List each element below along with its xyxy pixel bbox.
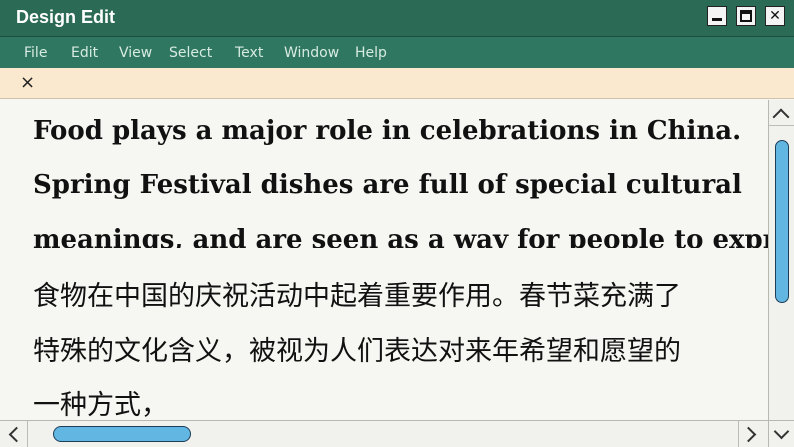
english-text-line: Food plays a major role in celebrations … [33, 116, 742, 146]
scroll-down-icon[interactable] [768, 420, 794, 447]
scroll-left-icon[interactable] [2, 421, 28, 447]
minimize-icon[interactable] [707, 6, 727, 26]
vertical-scrollbar[interactable] [768, 100, 794, 447]
chinese-text-line: 特殊的文化含义，被视为人们表达对来年希望和愿望的 [33, 336, 681, 367]
tab-close-icon[interactable]: × [20, 72, 35, 93]
vertical-scroll-thumb[interactable] [775, 140, 789, 303]
chinese-text-line: 食物在中国的庆祝活动中起着重要作用。春节菜充满了 [33, 281, 681, 312]
menu-bar: File Edit View Select Text Window Help [0, 37, 794, 68]
horizontal-scroll-thumb[interactable] [53, 426, 191, 442]
document-tab-bar: × [0, 68, 794, 99]
maximize-icon[interactable] [736, 6, 756, 26]
english-text-line: meanings, and are seen as a way for peop… [33, 225, 768, 248]
menu-window[interactable]: Window [284, 45, 339, 61]
menu-help[interactable]: Help [355, 45, 387, 61]
menu-view[interactable]: View [119, 45, 152, 61]
document-canvas[interactable]: Food plays a major role in celebrations … [0, 100, 768, 420]
close-icon[interactable]: ✕ [765, 6, 785, 26]
english-text-line: Spring Festival dishes are full of speci… [33, 170, 742, 200]
chinese-text-line: 一种方式， [33, 390, 168, 420]
title-bar: Design Edit ✕ [0, 0, 794, 37]
scroll-right-icon[interactable] [738, 421, 764, 447]
menu-text[interactable]: Text [235, 45, 263, 61]
menu-file[interactable]: File [24, 45, 47, 61]
window-title: Design Edit [16, 7, 116, 27]
menu-select[interactable]: Select [169, 45, 212, 61]
menu-edit[interactable]: Edit [71, 45, 98, 61]
horizontal-scrollbar[interactable] [0, 420, 768, 447]
scroll-up-icon[interactable] [769, 100, 794, 126]
